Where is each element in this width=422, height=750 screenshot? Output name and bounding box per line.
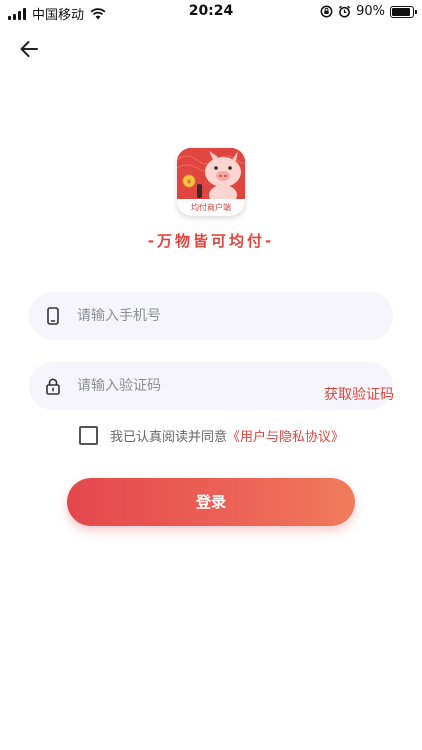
status-bar-right: 90% [320,4,417,19]
back-arrow-icon [20,41,38,57]
agreement-text: 我已认真阅读并同意 [110,430,228,445]
rotation-lock-icon [320,5,333,18]
svg-text:¥: ¥ [187,178,192,186]
login-page: 中国移动 20:24 90% ¥ 均付商户端 -万物皆可均付- 请输入手机号 请… [0,0,422,750]
agreement-link[interactable]: 《用户与隐私协议》 [227,426,344,445]
alarm-icon [339,5,351,18]
phone-field[interactable] [29,292,393,340]
app-logo: ¥ 均付商户端 [177,148,245,216]
agreement-row: 我已认真阅读并同意 《用户与隐私协议》 [79,426,344,445]
phone-icon [43,306,63,326]
status-bar: 中国移动 20:24 90% [0,0,422,24]
battery-percent: 90% [356,4,385,19]
battery-icon [390,5,417,18]
logo-caption: 均付商户端 [177,199,245,216]
login-button[interactable]: 登录 [67,478,355,526]
back-button[interactable] [14,34,44,64]
agreement-checkbox[interactable] [79,426,98,445]
pig-mascot-icon: ¥ [177,148,245,200]
get-code-button[interactable]: 获取验证码 [324,384,394,404]
phone-input[interactable] [77,308,393,324]
slogan: -万物皆可均付- [147,232,275,250]
lock-icon [43,376,63,396]
